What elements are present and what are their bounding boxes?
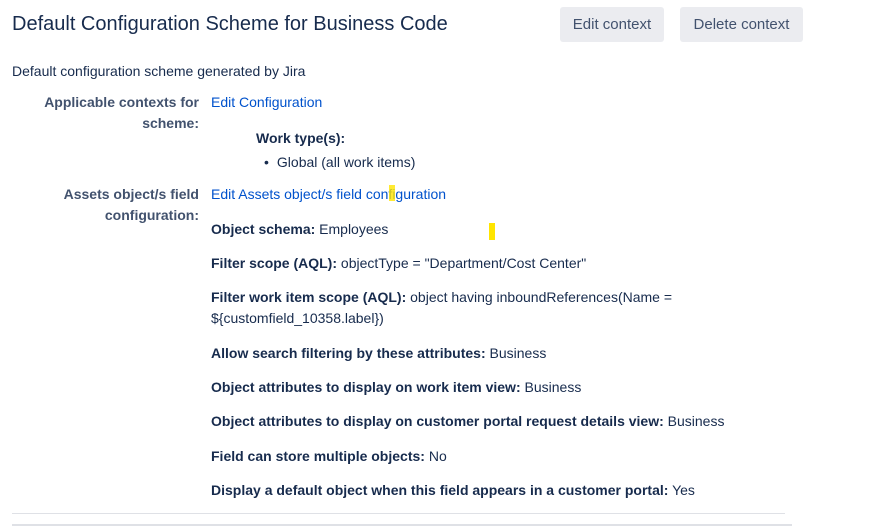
field-value-line2: ${customfield_10358.label}): [211, 310, 384, 326]
field-row-filter-work-item-scope: Filter work item scope (AQL): object hav…: [211, 287, 811, 329]
field-row-object-schema: Object schema: Employees: [211, 219, 811, 240]
field-value: Business: [667, 413, 725, 429]
assets-config-label-line1: Assets object/s field: [63, 186, 199, 202]
work-type-item: Global (all work items): [264, 152, 415, 173]
field-key: Filter scope (AQL):: [211, 255, 338, 271]
field-row-search-filtering: Allow search filtering by these attribut…: [211, 343, 811, 364]
field-row-portal-details-view: Object attributes to display on customer…: [211, 411, 811, 432]
work-types-heading: Work type(s):: [256, 130, 346, 146]
field-value: Employees: [319, 221, 389, 237]
field-key: Object attributes to display on work ite…: [211, 379, 521, 395]
applicable-contexts-label-line2: scheme:: [142, 115, 199, 131]
highlight-marker: [389, 185, 395, 201]
work-types-list: Global (all work items): [264, 152, 415, 173]
field-key: Object attributes to display on customer…: [211, 413, 664, 429]
edit-configuration-link[interactable]: Edit Configuration: [211, 92, 322, 113]
assets-config-label: Assets object/s field configuration:: [9, 184, 199, 226]
applicable-contexts-label-line1: Applicable contexts for: [44, 94, 199, 110]
field-value: No: [428, 448, 447, 464]
field-key: Display a default object when this field…: [211, 482, 669, 498]
field-key: Filter work item scope (AQL):: [211, 289, 407, 305]
assets-config-label-line2: configuration:: [104, 207, 199, 223]
field-key: Object schema:: [211, 221, 316, 237]
page-title: Default Configuration Scheme for Busines…: [12, 13, 448, 35]
edit-assets-field-configuration-link[interactable]: Edit Assets object/s field configuration: [211, 184, 446, 205]
page: Default Configuration Scheme for Busines…: [0, 0, 886, 526]
field-key: Allow search filtering by these attribut…: [211, 345, 486, 361]
field-row-work-item-view: Object attributes to display on work ite…: [211, 377, 811, 398]
field-key: Field can store multiple objects:: [211, 448, 425, 464]
applicable-contexts-label: Applicable contexts for scheme:: [9, 92, 199, 134]
field-row-default-object: Display a default object when this field…: [211, 480, 811, 501]
edit-context-button[interactable]: Edit context: [560, 7, 664, 42]
delete-context-button[interactable]: Delete context: [680, 7, 803, 42]
field-value: Business: [524, 379, 582, 395]
scheme-description: Default configuration scheme generated b…: [12, 63, 306, 79]
field-row-multiple-objects: Field can store multiple objects: No: [211, 446, 811, 467]
field-row-filter-scope: Filter scope (AQL): objectType = "Depart…: [211, 253, 811, 274]
field-value: Business: [489, 345, 547, 361]
section-divider: [12, 513, 785, 514]
field-value: objectType = "Department/Cost Center": [340, 255, 587, 271]
field-value: Yes: [672, 482, 695, 498]
field-value: object having inboundReferences(Name =: [410, 289, 673, 305]
